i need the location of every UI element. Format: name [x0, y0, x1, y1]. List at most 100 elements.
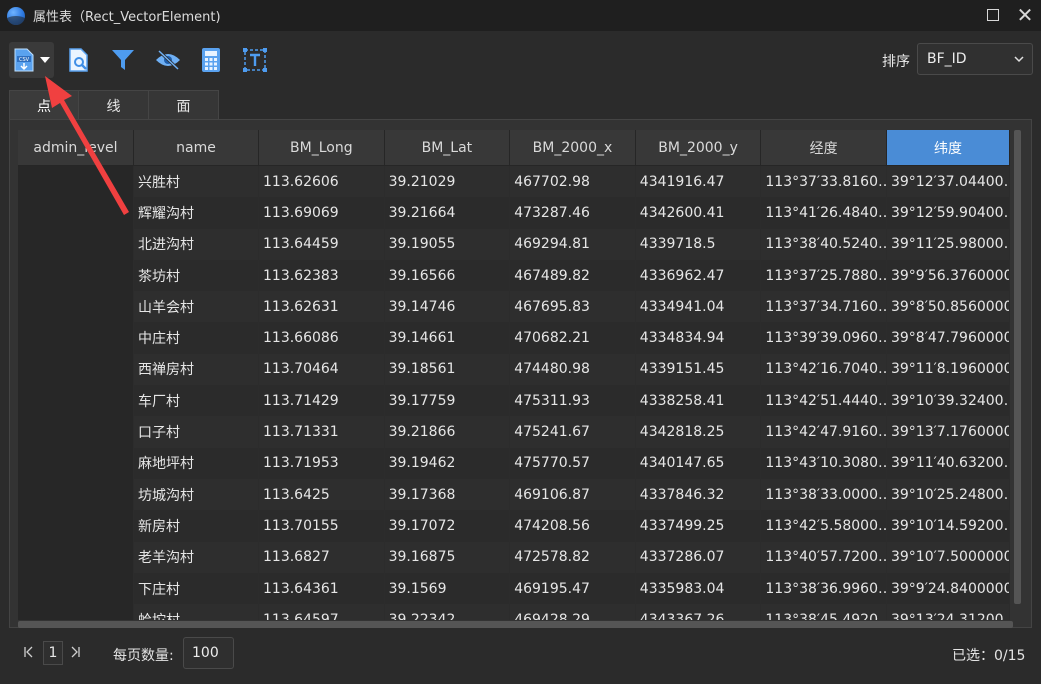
maximize-button[interactable]	[980, 3, 1006, 27]
per-page-input[interactable]	[183, 637, 234, 669]
table-cell[interactable]: 4336962.47	[635, 259, 762, 292]
table-cell[interactable]: 4334834.94	[635, 322, 762, 354]
table-cell[interactable]: 113.62606	[259, 166, 385, 198]
text-field-button[interactable]	[239, 42, 271, 78]
sort-field-select[interactable]: BF_ID	[917, 43, 1033, 75]
table-cell[interactable]: 113°37′34.7160…	[761, 291, 887, 323]
table-cell[interactable]: 4337286.07	[635, 541, 762, 573]
table-row[interactable]: 新房村 113.70155 39.17072 474208.56 4337499.25 1…	[18, 510, 1012, 542]
table-cell[interactable]: 39°11′8.1960000″	[886, 353, 1010, 386]
table-cell[interactable]: 下庄村	[134, 572, 259, 605]
column-header[interactable]: 纬度	[886, 130, 1010, 166]
table-cell[interactable]: 39.21866	[384, 416, 511, 448]
table-cell[interactable]: 39°9′56.3760000″	[886, 259, 1010, 292]
table-cell[interactable]: 老羊沟村	[134, 541, 259, 573]
table-cell[interactable]: 473287.46	[510, 197, 636, 229]
table-cell[interactable]: 39°10′7.5000000″	[886, 541, 1010, 573]
table-row[interactable]: 西禅房村 113.70464 39.18561 474480.98 4339151.45…	[18, 353, 1012, 386]
table-cell[interactable]: 39.16566	[384, 259, 511, 292]
table-cell[interactable]: 113°43′10.3080…	[761, 447, 887, 479]
table-cell[interactable]: 475311.93	[510, 385, 636, 417]
close-button[interactable]: ✕	[1012, 3, 1038, 27]
table-cell[interactable]: 113.71331	[259, 416, 385, 448]
table-cell[interactable]: 坊城沟村	[134, 478, 259, 511]
table-cell[interactable]: 113.69069	[259, 197, 385, 229]
table-cell[interactable]: 472578.82	[510, 541, 636, 573]
table-cell[interactable]: 39.14661	[384, 322, 511, 354]
table-cell[interactable]: 兴胜村	[134, 166, 259, 198]
table-cell[interactable]	[18, 322, 134, 354]
table-cell[interactable]: 39°11′40.63200…	[886, 447, 1010, 479]
table-cell[interactable]: 4342818.25	[635, 416, 762, 448]
first-page-icon[interactable]	[20, 643, 38, 661]
table-cell[interactable]: 467489.82	[510, 259, 636, 292]
table-cell[interactable]: 469294.81	[510, 228, 636, 260]
table-cell[interactable]: 39°12′59.90400…	[886, 197, 1010, 229]
column-header[interactable]: BM_2000_y	[635, 130, 762, 166]
table-cell[interactable]: 113.6425	[259, 478, 385, 511]
table-cell[interactable]: 口子村	[134, 416, 259, 448]
table-cell[interactable]: 113°42′47.9160…	[761, 416, 887, 448]
table-row[interactable]: 口子村 113.71331 39.21866 475241.67 4342818.25 1…	[18, 416, 1012, 448]
table-cell[interactable]: 4335983.04	[635, 572, 762, 605]
table-cell[interactable]: 茶坊村	[134, 259, 259, 292]
table-cell[interactable]	[18, 228, 134, 260]
table-cell[interactable]: 麻地坪村	[134, 447, 259, 479]
table-cell[interactable]: 113.62383	[259, 259, 385, 292]
table-cell[interactable]: 113.64361	[259, 572, 385, 605]
table-cell[interactable]	[18, 291, 134, 323]
table-cell[interactable]: 蛤坨村	[134, 604, 259, 620]
table-cell[interactable]: 474208.56	[510, 510, 636, 542]
table-cell[interactable]: 113.62631	[259, 291, 385, 323]
table-cell[interactable]: 39°9′24.8400000″	[886, 572, 1010, 605]
table-row[interactable]: 辉耀沟村 113.69069 39.21664 473287.46 4342600.41…	[18, 197, 1012, 229]
table-cell[interactable]: 4337499.25	[635, 510, 762, 542]
table-cell[interactable]: 39.1569	[384, 572, 511, 605]
table-cell[interactable]	[18, 604, 134, 620]
table-cell[interactable]: 39°8′50.8560000″	[886, 291, 1010, 323]
table-row[interactable]: 坊城沟村 113.6425 39.17368 469106.87 4337846.32 1…	[18, 478, 1012, 511]
table-cell[interactable]: 113.71429	[259, 385, 385, 417]
calculator-button[interactable]	[196, 42, 226, 78]
table-cell[interactable]: 113°42′16.7040…	[761, 353, 887, 386]
table-cell[interactable]: 39.17759	[384, 385, 511, 417]
table-cell[interactable]	[18, 541, 134, 573]
table-cell[interactable]: 113°42′5.58000…	[761, 510, 887, 542]
table-cell[interactable]: 113°37′33.8160…	[761, 166, 887, 198]
table-cell[interactable]: 475241.67	[510, 416, 636, 448]
table-cell[interactable]: 39°10′14.59200…	[886, 510, 1010, 542]
table-cell[interactable]: 113.70155	[259, 510, 385, 542]
last-page-icon[interactable]	[66, 643, 84, 661]
table-cell[interactable]: 中庄村	[134, 322, 259, 354]
tab-polygon[interactable]: 面	[149, 90, 219, 120]
table-cell[interactable]: 113°38′45.4920…	[761, 604, 887, 620]
table-cell[interactable]	[18, 259, 134, 292]
table-cell[interactable]	[18, 478, 134, 511]
table-cell[interactable]: 39°10′25.24800…	[886, 478, 1010, 511]
table-cell[interactable]: 39.19055	[384, 228, 511, 260]
table-cell[interactable]: 4338258.41	[635, 385, 762, 417]
table-cell[interactable]: 113°37′25.7880…	[761, 259, 887, 292]
table-cell[interactable]: 467702.98	[510, 166, 636, 198]
table-cell[interactable]: 辉耀沟村	[134, 197, 259, 229]
table-row[interactable]: 车厂村 113.71429 39.17759 475311.93 4338258.41 1…	[18, 385, 1012, 417]
table-cell[interactable]: 113.66086	[259, 322, 385, 354]
table-cell[interactable]: 113.64597	[259, 604, 385, 620]
table-cell[interactable]	[18, 416, 134, 448]
table-cell[interactable]: 469195.47	[510, 572, 636, 605]
table-cell[interactable]	[18, 447, 134, 479]
table-cell[interactable]: 西禅房村	[134, 353, 259, 386]
table-cell[interactable]: 39.22342	[384, 604, 511, 620]
table-row[interactable]: 蛤坨村113.6459739.22342469428.294343367.261…	[18, 604, 1012, 620]
table-cell[interactable]: 113.71953	[259, 447, 385, 479]
table-row[interactable]: 麻地坪村 113.71953 39.19462 475770.57 4340147.65…	[18, 447, 1012, 479]
hide-button[interactable]	[151, 42, 185, 78]
table-cell[interactable]: 39°12′37.04400…	[886, 166, 1010, 198]
table-cell[interactable]: 车厂村	[134, 385, 259, 417]
table-cell[interactable]: 山羊会村	[134, 291, 259, 323]
table-cell[interactable]: 39°8′47.7960000″	[886, 322, 1010, 354]
table-cell[interactable]: 469428.29	[510, 604, 636, 620]
table-cell[interactable]: 113.64459	[259, 228, 385, 260]
tab-line[interactable]: 线	[79, 90, 149, 120]
table-cell[interactable]: 113°39′39.0960…	[761, 322, 887, 354]
